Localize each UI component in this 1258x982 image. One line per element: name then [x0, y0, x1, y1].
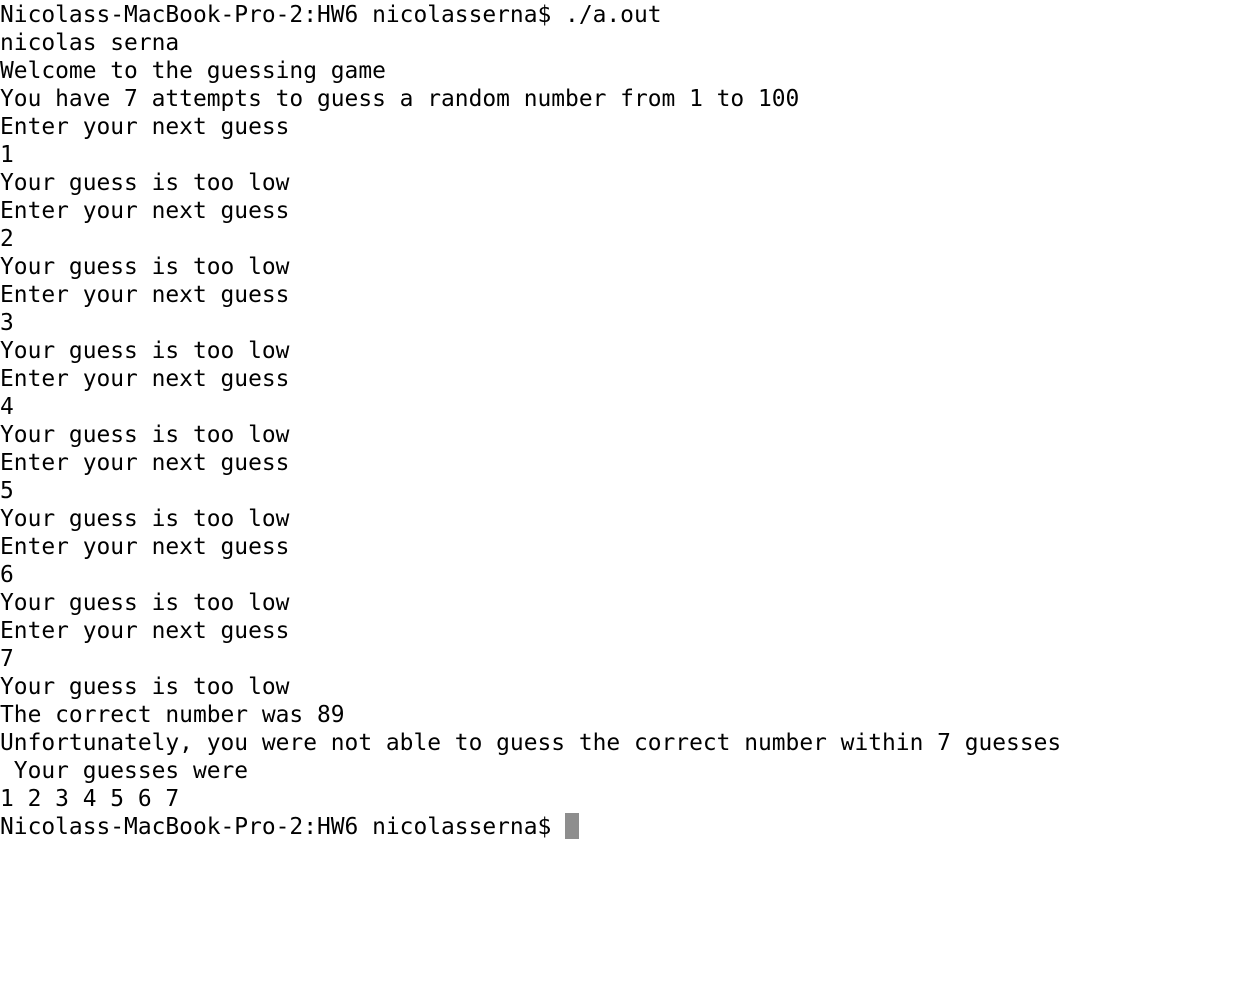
output-line: 1: [0, 142, 14, 168]
output-line: 4: [0, 394, 14, 420]
output-line: Enter your next guess: [0, 534, 290, 560]
output-line: You have 7 attempts to guess a random nu…: [0, 86, 800, 112]
output-line: Enter your next guess: [0, 450, 290, 476]
output-line: 2: [0, 226, 14, 252]
output-line: Enter your next guess: [0, 198, 290, 224]
output-line: Welcome to the guessing game: [0, 58, 386, 84]
output-line: Your guess is too low: [0, 590, 290, 616]
output-line: Enter your next guess: [0, 114, 290, 140]
output-line: Your guess is too low: [0, 254, 290, 280]
output-line: The correct number was 89: [0, 702, 345, 728]
output-line: Nicolass-MacBook-Pro-2:HW6 nicolasserna$…: [0, 2, 662, 28]
output-line: Enter your next guess: [0, 366, 290, 392]
output-line: 1 2 3 4 5 6 7: [0, 786, 180, 812]
command-prompt-line[interactable]: Nicolass-MacBook-Pro-2:HW6 nicolasserna$: [0, 813, 1258, 841]
terminal-output: Nicolass-MacBook-Pro-2:HW6 nicolasserna$…: [0, 1, 1258, 813]
terminal-window[interactable]: Nicolass-MacBook-Pro-2:HW6 nicolasserna$…: [0, 0, 1258, 982]
output-line: Enter your next guess: [0, 282, 290, 308]
output-line: Unfortunately, you were not able to gues…: [0, 730, 1062, 756]
output-line: 3: [0, 310, 14, 336]
output-line: Enter your next guess: [0, 618, 290, 644]
output-line: Your guesses were: [0, 758, 249, 784]
output-line: Your guess is too low: [0, 422, 290, 448]
text-cursor: [565, 813, 580, 839]
output-line: nicolas serna: [0, 30, 180, 56]
output-line: Your guess is too low: [0, 506, 290, 532]
output-line: 5: [0, 478, 14, 504]
output-line: Your guess is too low: [0, 338, 290, 364]
shell-prompt: Nicolass-MacBook-Pro-2:HW6 nicolasserna$: [0, 814, 566, 840]
output-line: 6: [0, 562, 14, 588]
output-line: Your guess is too low: [0, 170, 290, 196]
output-line: Your guess is too low: [0, 674, 290, 700]
output-line: 7: [0, 646, 14, 672]
